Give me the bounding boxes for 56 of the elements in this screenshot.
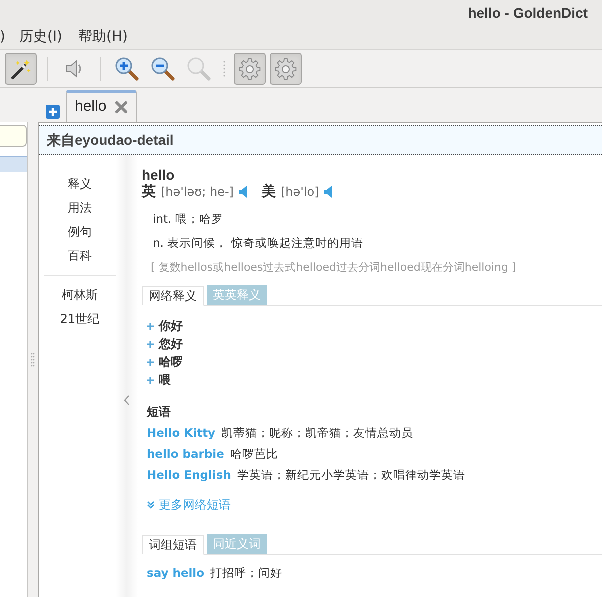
settings-button[interactable] xyxy=(270,52,302,84)
nav-link[interactable]: 百科 xyxy=(68,244,92,268)
definition-text: int. 喂；哈罗 xyxy=(152,211,224,228)
headword: hello xyxy=(142,167,176,183)
meaning-text: 喂 xyxy=(159,372,171,389)
document-tab[interactable]: hello xyxy=(66,90,137,122)
nav-link[interactable]: 用法 xyxy=(68,196,92,220)
speaker-icon[interactable] xyxy=(324,186,332,198)
menu-item[interactable]: ) xyxy=(0,27,6,48)
search-field[interactable] xyxy=(0,125,27,147)
section-heading: 短语 xyxy=(146,404,172,421)
meaning-text: 哈啰 xyxy=(159,354,183,371)
tab-label: hello xyxy=(75,97,107,118)
settings-button[interactable] xyxy=(234,52,266,84)
meaning-text: 您好 xyxy=(159,336,183,353)
close-icon[interactable] xyxy=(114,101,128,114)
menu-item[interactable]: 帮助(H) xyxy=(76,27,130,48)
menu-item[interactable]: 历史(I) xyxy=(17,27,65,48)
speaker-icon xyxy=(64,58,84,80)
phrase-meaning: 哈啰芭比 xyxy=(230,446,278,463)
phrase-meaning: 学英语；新纪元小学英语；欢唱律动学英语 xyxy=(237,466,466,484)
gear-icon xyxy=(275,58,297,80)
result-row-highlight xyxy=(0,156,27,172)
wand-button[interactable] xyxy=(5,52,37,84)
splitter-handle-icon[interactable] xyxy=(31,352,35,368)
section-tab[interactable]: 词组短语 xyxy=(142,535,204,555)
magic-wand-icon xyxy=(10,58,32,80)
nav-link[interactable]: 例句 xyxy=(68,220,92,244)
phonetic-text: [hə'ləʊ; he-] xyxy=(161,184,234,201)
phrase-meaning: 凯蒂猫；昵称；凯帝猫；友情总动员 xyxy=(222,424,414,442)
zoom-out-icon xyxy=(151,56,175,80)
dictionary-source-title: 来自eyoudao-detail xyxy=(47,130,174,150)
speaker-icon[interactable] xyxy=(238,186,247,198)
add-tab-icon[interactable] xyxy=(46,105,60,119)
region-label: 英 xyxy=(142,182,156,202)
nav-link[interactable]: 柯林斯 xyxy=(62,283,98,307)
double-chevron-icon xyxy=(147,501,155,509)
nav-link[interactable]: 21世纪 xyxy=(60,307,100,331)
zoom-in-icon xyxy=(115,56,139,80)
collapse-chevron-icon[interactable] xyxy=(124,394,130,406)
gear-icon xyxy=(239,58,261,80)
region-label: 美 xyxy=(262,182,276,202)
phrase-meaning: 打招呼；问好 xyxy=(210,564,283,582)
phonetic-text: [hə'lo] xyxy=(280,184,320,201)
plus-icon[interactable] xyxy=(147,358,154,366)
definition-text: n. 表示问候， 惊奇或唤起注意时的用语 xyxy=(152,235,364,252)
window-title: hello - GoldenDict xyxy=(468,4,588,22)
magnifier-icon xyxy=(187,56,211,80)
plus-icon[interactable] xyxy=(147,322,154,330)
section-tab[interactable]: 网络释义 xyxy=(142,286,204,306)
word-forms-text: [ 复数hellos或helloes过去式helloed过去分词helloed现在分词helloing ] xyxy=(150,260,518,276)
plus-icon[interactable] xyxy=(147,376,154,384)
toolbar-grip-icon[interactable] xyxy=(223,60,226,76)
plus-icon[interactable] xyxy=(147,340,154,348)
meaning-text: 你好 xyxy=(159,318,183,335)
nav-link[interactable]: 释义 xyxy=(68,172,92,196)
